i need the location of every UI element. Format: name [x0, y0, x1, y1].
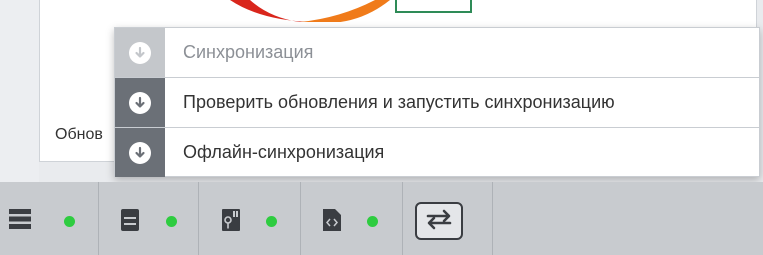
status-dot: [64, 216, 75, 227]
download-circle-icon: [115, 78, 165, 127]
statusbar-divider: [402, 182, 403, 255]
sync-arrows-icon: [424, 208, 454, 235]
menu-item-label: Офлайн-синхронизация: [183, 142, 385, 162]
status-dot: [367, 216, 378, 227]
menu-item-check-updates-and-sync[interactable]: Проверить обновления и запустить синхрон…: [115, 78, 759, 127]
statusbar-item-database[interactable]: [199, 182, 300, 255]
download-circle-icon: [115, 28, 165, 77]
menu-icon: [9, 209, 31, 234]
database-key-icon: [222, 209, 240, 236]
status-bar: [0, 182, 763, 255]
download-circle-icon: [115, 128, 165, 177]
sync-button[interactable]: [415, 202, 463, 240]
code-file-icon: [323, 209, 341, 236]
statusbar-divider: [492, 182, 493, 255]
server-icon: [121, 209, 139, 236]
status-dot: [266, 216, 277, 227]
background-left-strip: [0, 0, 39, 182]
menu-item-sync: Синхронизация: [115, 28, 759, 77]
green-outlined-box: [395, 0, 472, 13]
statusbar-item-menu[interactable]: [0, 182, 98, 255]
sync-dropdown-menu: Синхронизация Проверить обновления и зап…: [114, 27, 760, 177]
background-label: Обнов: [55, 126, 103, 143]
menu-item-label: Проверить обновления и запустить синхрон…: [183, 92, 615, 112]
logo-fragment: [190, 0, 390, 22]
statusbar-item-code[interactable]: [301, 182, 402, 255]
menu-item-offline-sync[interactable]: Офлайн-синхронизация: [115, 128, 759, 177]
statusbar-item-server[interactable]: [99, 182, 198, 255]
status-dot: [166, 216, 177, 227]
menu-item-label: Синхронизация: [183, 42, 314, 62]
